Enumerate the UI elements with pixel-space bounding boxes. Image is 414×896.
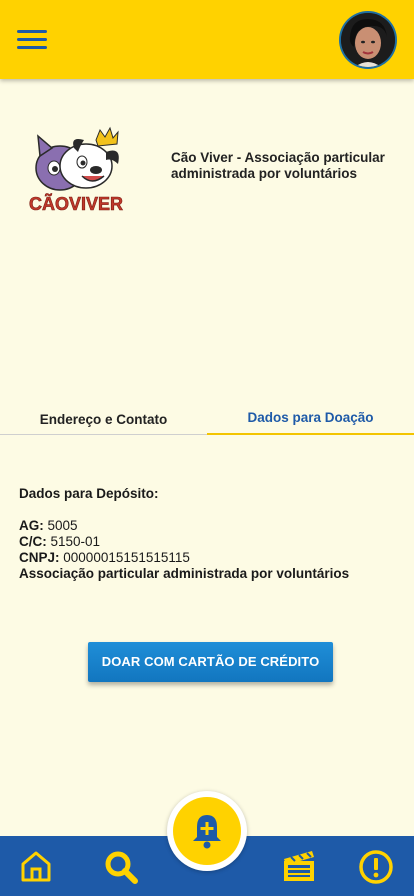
agency-value: 5005: [47, 518, 78, 533]
app-header: [0, 0, 414, 79]
account-label: C/C:: [19, 534, 47, 549]
user-avatar[interactable]: [341, 13, 395, 67]
tab-donation-data[interactable]: Dados para Doação: [207, 402, 414, 435]
donate-credit-card-button[interactable]: DOAR COM CARTÃO DE CRÉDITO: [88, 642, 333, 682]
agency-label: AG:: [19, 518, 44, 533]
hamburger-menu-icon[interactable]: [14, 24, 50, 56]
home-icon[interactable]: [19, 849, 53, 883]
agency-row: AG: 5005: [19, 518, 399, 534]
deposit-title: Dados para Depósito:: [19, 486, 159, 501]
deposit-info: Dados para Depósito: AG: 5005 C/C: 5150-…: [19, 486, 399, 582]
movie-icon[interactable]: [282, 849, 316, 883]
tab-bar: Endereço e Contato Dados para Doação: [0, 402, 414, 435]
cnpj-value: 00000015151515115: [63, 550, 190, 565]
account-value: 5150-01: [50, 534, 101, 549]
cnpj-label: CNPJ:: [19, 550, 60, 565]
search-icon[interactable]: [103, 849, 138, 884]
organization-name: Cão Viver - Associação particular admini…: [171, 150, 385, 181]
notification-add-icon[interactable]: [173, 797, 241, 865]
organization-logo: CÃOVIVER: [22, 126, 130, 218]
account-holder: Associação particular administrada por v…: [19, 566, 350, 581]
tab-address-contact[interactable]: Endereço e Contato: [0, 402, 207, 435]
alert-icon[interactable]: [358, 849, 393, 884]
cnpj-row: CNPJ: 00000015151515115: [19, 550, 399, 566]
organization-logo-text: CÃOVIVER: [29, 193, 123, 214]
account-row: C/C: 5150-01: [19, 534, 399, 550]
